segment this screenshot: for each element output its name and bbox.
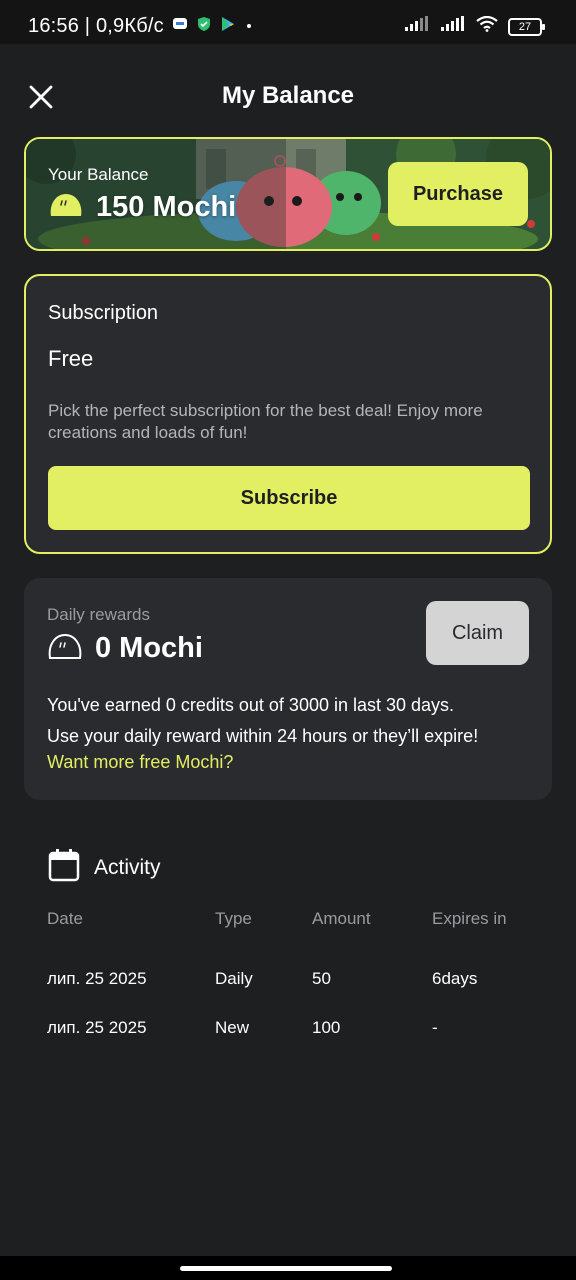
page-title: My Balance xyxy=(221,82,355,109)
home-indicator[interactable] xyxy=(180,1266,392,1271)
column-header-amount: Amount xyxy=(312,909,371,928)
daily-rewards-info-line: You've earned 0 credits out of 3000 in l… xyxy=(47,695,455,715)
status-bar: 16:56 | 0,9Кб/с 27 xyxy=(0,0,576,44)
cell-expires: 6days xyxy=(432,969,478,988)
daily-rewards-card: Daily rewards 0 Mochi Claim You've earne… xyxy=(24,578,552,800)
mochi-icon xyxy=(48,192,84,223)
activity-header: Activity xyxy=(48,848,161,887)
shield-icon xyxy=(196,16,212,37)
status-time: 16:56 | 0,9Кб/с xyxy=(28,15,164,37)
cell-amount: 100 xyxy=(312,1018,341,1037)
balance-value: 150 Mochi xyxy=(96,191,237,223)
subscription-title: Subscription xyxy=(48,302,159,324)
activity-title: Activity xyxy=(94,855,161,879)
messages-icon xyxy=(172,16,188,37)
claim-button[interactable]: Claim xyxy=(426,601,529,665)
calendar-icon xyxy=(48,848,80,887)
subscription-description: Pick the perfect subscription for the be… xyxy=(48,401,483,442)
cell-expires: - xyxy=(432,1018,438,1037)
balance-card: Your Balance 150 Mochi Purchase xyxy=(24,137,552,251)
signal-icon xyxy=(440,16,466,37)
daily-rewards-info-line: Use your daily reward within 24 hours or… xyxy=(47,726,479,746)
cell-type: Daily xyxy=(215,969,253,988)
balance-row: 150 Mochi xyxy=(48,191,236,224)
status-left: 16:56 | 0,9Кб/с xyxy=(28,15,254,38)
subscription-card: Subscription Free Pick the perfect subsc… xyxy=(24,274,552,554)
daily-rewards-label: Daily rewards xyxy=(47,605,150,624)
cell-date: лип. 25 2025 xyxy=(47,969,147,988)
cell-date: лип. 25 2025 xyxy=(47,1018,147,1037)
navigation-bar xyxy=(0,1256,576,1280)
purchase-button[interactable]: Purchase xyxy=(388,162,528,226)
mochi-outline-icon xyxy=(47,632,83,665)
subscription-plan: Free xyxy=(48,346,94,371)
play-store-icon xyxy=(220,16,236,37)
signal-icon xyxy=(404,16,430,37)
daily-rewards-row: 0 Mochi xyxy=(47,632,203,665)
cell-type: New xyxy=(215,1018,250,1037)
daily-rewards-value: 0 Mochi xyxy=(95,632,203,664)
more-free-mochi-link[interactable]: Want more free Mochi? xyxy=(47,752,233,773)
daily-rewards-info: You've earned 0 credits out of 3000 in l… xyxy=(47,690,478,752)
column-header-expires: Expires in xyxy=(432,909,507,928)
column-header-date: Date xyxy=(47,909,83,928)
dot-icon xyxy=(244,18,254,36)
status-right: 27 xyxy=(404,15,545,37)
column-header-type: Type xyxy=(215,909,252,928)
balance-label: Your Balance xyxy=(48,165,149,184)
battery-icon: 27 xyxy=(508,17,545,36)
wifi-icon xyxy=(476,15,498,37)
top-bar: My Balance xyxy=(0,44,576,148)
subscribe-button[interactable]: Subscribe xyxy=(48,466,530,530)
balance-sheet: My Balance Your Balance 150 Mochi Purcha… xyxy=(0,44,576,1256)
cell-amount: 50 xyxy=(312,969,331,988)
